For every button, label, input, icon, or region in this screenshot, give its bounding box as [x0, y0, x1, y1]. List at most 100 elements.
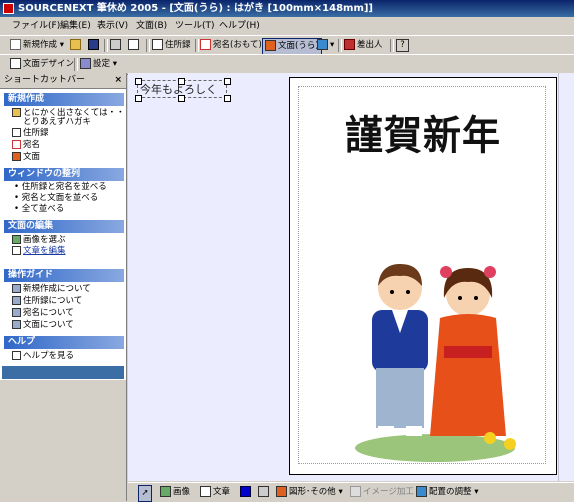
shortcut-address[interactable]: 宛名: [12, 140, 40, 151]
shortcut-quick-card-line2[interactable]: とりあえずハガキ: [23, 117, 91, 128]
print-button[interactable]: [110, 38, 123, 53]
postcard-icon: [12, 108, 21, 117]
guide-item[interactable]: 宛名について: [12, 308, 74, 319]
guide-item[interactable]: 新規作成について: [12, 284, 91, 295]
new-year-children-illustration: [355, 264, 516, 462]
printer-icon: [110, 39, 121, 50]
section-help[interactable]: ヘルプ: [4, 336, 124, 349]
menu-bar: ファイル(F) 編集(E) 表示(V) 文面(B) ツール(T) ヘルプ(H): [0, 17, 574, 36]
layout-icon: [317, 39, 328, 50]
arrow-cursor-icon: ➚: [141, 488, 149, 498]
sidebar-empty-area: [0, 380, 126, 501]
postcard[interactable]: 謹賀新年: [289, 77, 557, 475]
resize-handle[interactable]: [135, 78, 142, 85]
printer-icon: [258, 486, 269, 497]
section-guide[interactable]: 操作ガイド: [4, 269, 124, 282]
address-book-icon: [152, 39, 163, 50]
select-tool[interactable]: ➚: [138, 485, 152, 502]
design-button[interactable]: 文面デザイン: [10, 57, 74, 72]
font-icon: [240, 486, 251, 497]
vertical-scrollbar[interactable]: [558, 73, 574, 481]
drawing-toolbar: ➚ 画像 文章 図形･その他 ▾ イメージ加工 ▾ 配置の調整 ▾: [128, 482, 574, 502]
print-preview-button[interactable]: [128, 38, 141, 53]
new-button[interactable]: 新規作成 ▾: [10, 38, 64, 53]
menu-view[interactable]: 表示(V): [97, 19, 128, 33]
image-edit-tool[interactable]: イメージ加工 ▾: [350, 485, 421, 500]
back-postcard-icon: [265, 40, 276, 51]
preview-icon: [128, 39, 139, 50]
design-icon: [10, 58, 21, 69]
new-document-icon: [10, 39, 21, 50]
shortcut-bar: ショートカットバー × 新規作成 とにかく出さなくては・・・ とりあえずハガキ …: [0, 73, 133, 501]
sender-button[interactable]: 差出人: [344, 38, 383, 53]
back-button[interactable]: 文面(うら): [262, 38, 322, 55]
print-tool[interactable]: [258, 485, 271, 500]
guide-icon: [12, 308, 21, 317]
close-icon[interactable]: ×: [114, 73, 122, 88]
open-button[interactable]: [70, 38, 83, 53]
title-bar: SOURCENEXT 筆休め 2005 - [文面(うら) : はがき [100…: [0, 0, 574, 17]
text-icon: [12, 246, 21, 255]
help-button[interactable]: ?: [396, 39, 409, 52]
menu-edit[interactable]: 編集(E): [60, 19, 91, 33]
shortcut-bar-body: 新規作成 とにかく出さなくては・・・ とりあえずハガキ 住所録 宛名 文面 ウィ…: [2, 89, 133, 389]
image-edit-icon: [350, 486, 361, 497]
section-arrange[interactable]: ウィンドウの整列: [4, 168, 124, 181]
guide-item[interactable]: 文面について: [12, 320, 74, 331]
image-icon: [12, 235, 21, 244]
open-folder-icon: [70, 39, 81, 50]
image-icon: [160, 486, 171, 497]
guide-item[interactable]: 住所録について: [12, 296, 82, 307]
menu-help[interactable]: ヘルプ(H): [219, 19, 260, 33]
guide-icon: [12, 296, 21, 305]
resize-handle[interactable]: [178, 78, 185, 85]
front-button[interactable]: 宛名(おもて): [200, 38, 262, 53]
resize-handle[interactable]: [178, 95, 185, 102]
shortcut-view-help[interactable]: ヘルプを見る: [12, 351, 74, 362]
address-book-button[interactable]: 住所録: [152, 38, 191, 53]
resize-handle[interactable]: [224, 95, 231, 102]
settings-button[interactable]: 設定 ▾: [80, 57, 117, 72]
layout-icon: [416, 486, 427, 497]
secondary-toolbar: 文面デザイン 設定 ▾: [0, 54, 574, 75]
main-toolbar: 新規作成 ▾ 住所録 宛名(おもて) 文面(うら) ▾ 差出人 ?: [0, 35, 574, 56]
menu-document[interactable]: 文面(B): [136, 19, 167, 33]
resize-handle[interactable]: [224, 78, 231, 85]
resize-handle[interactable]: [135, 95, 142, 102]
address-book-icon: [12, 128, 21, 137]
shortcut-address-book[interactable]: 住所録: [12, 128, 49, 139]
front-postcard-icon: [200, 39, 211, 50]
front-postcard-icon: [12, 140, 21, 149]
sender-stamp-icon: [344, 39, 355, 50]
menu-file[interactable]: ファイル(F): [12, 19, 60, 33]
guide-icon: [12, 320, 21, 329]
gear-icon: [80, 58, 91, 69]
shapes-tool[interactable]: 図形･その他 ▾: [276, 485, 343, 500]
card-heading: 謹賀新年: [345, 111, 502, 159]
section-new[interactable]: 新規作成: [4, 93, 124, 106]
shortcut-edit-text[interactable]: 文章を編集: [12, 246, 66, 257]
layout-dropdown[interactable]: ▾: [317, 38, 334, 53]
save-disk-icon: [88, 39, 99, 50]
image-tool[interactable]: 画像: [160, 485, 190, 500]
layout-adjust-tool[interactable]: 配置の調整 ▾: [416, 485, 478, 500]
shortcut-bar-header: ショートカットバー ×: [0, 73, 126, 89]
arrange-item[interactable]: • 住所録と宛名を並べる: [14, 182, 107, 193]
arrange-item[interactable]: • 宛名と文面を並べる: [14, 193, 98, 204]
shortcut-text[interactable]: 文面: [12, 152, 40, 163]
text-tool[interactable]: 文章: [200, 485, 230, 500]
shortcut-bar-footer: [2, 366, 124, 379]
section-edit[interactable]: 文面の編集: [4, 220, 124, 233]
guide-icon: [12, 284, 21, 293]
shortcut-choose-image[interactable]: 画像を選ぶ: [12, 235, 66, 246]
help-icon: ?: [400, 40, 405, 50]
arrange-item[interactable]: • 全て並べる: [14, 204, 64, 215]
font-tool[interactable]: [240, 485, 253, 500]
menu-tools[interactable]: ツール(T): [175, 19, 215, 33]
shortcut-bar-title: ショートカットバー: [4, 75, 86, 85]
save-button[interactable]: [88, 38, 101, 53]
text-icon: [200, 486, 211, 497]
window-title: SOURCENEXT 筆休め 2005 - [文面(うら) : はがき [100…: [18, 3, 374, 14]
app-icon: [3, 3, 14, 14]
help-icon: [12, 351, 21, 360]
